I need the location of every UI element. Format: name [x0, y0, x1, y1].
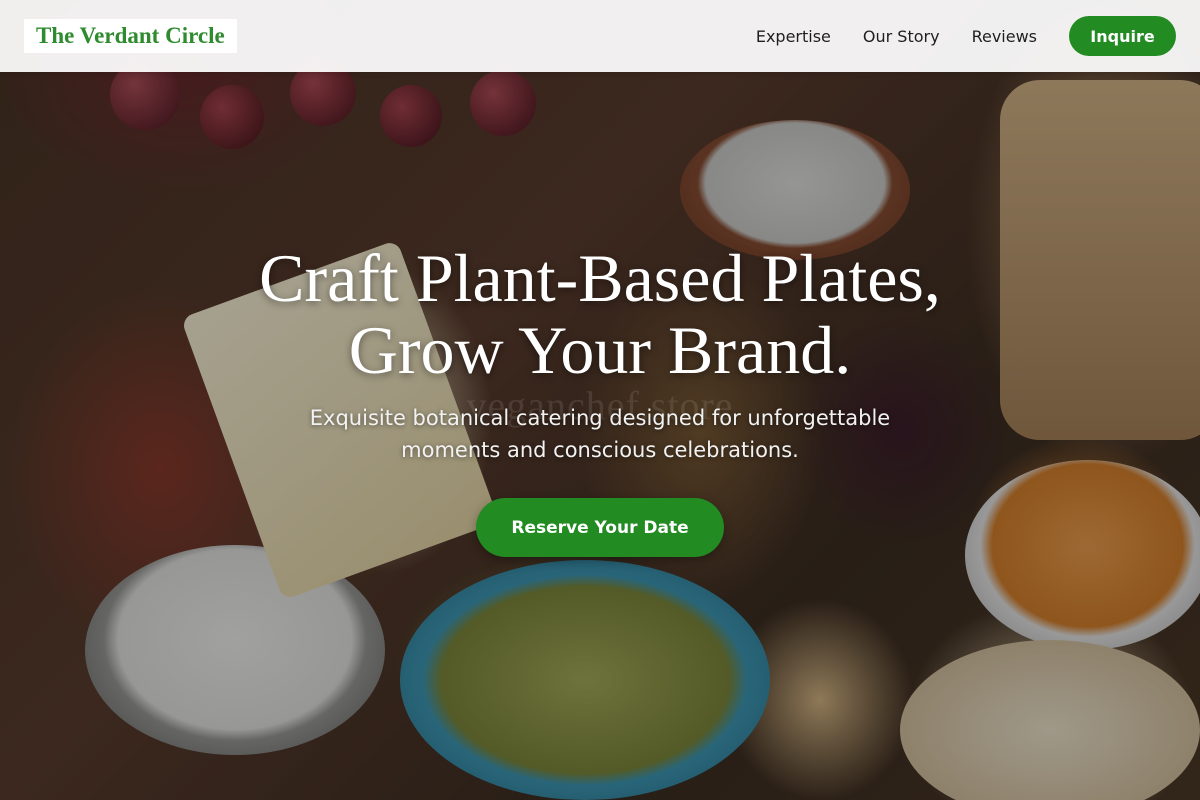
hero-headline-line-1: Craft Plant-Based Plates, — [259, 240, 941, 316]
reserve-date-button[interactable]: Reserve Your Date — [476, 498, 724, 557]
hero-subheadline-line-2: moments and conscious celebrations. — [401, 438, 799, 462]
hero-headline-line-2: Grow Your Brand. — [348, 312, 852, 388]
hero-subheadline-line-1: Exquisite botanical catering designed fo… — [309, 406, 891, 430]
site-header: The Verdant Circle Expertise Our Story R… — [0, 0, 1200, 72]
hero-subheadline: Exquisite botanical catering designed fo… — [200, 402, 1000, 466]
nav-link-reviews[interactable]: Reviews — [972, 27, 1037, 46]
hero-headline: Craft Plant-Based Plates, Grow Your Bran… — [100, 242, 1100, 386]
inquire-button[interactable]: Inquire — [1069, 16, 1176, 56]
main-nav: Expertise Our Story Reviews Inquire — [756, 16, 1176, 56]
hero-content: veganchef.store Craft Plant-Based Plates… — [0, 0, 1200, 800]
nav-link-expertise[interactable]: Expertise — [756, 27, 831, 46]
nav-link-our-story[interactable]: Our Story — [863, 27, 940, 46]
brand-logo[interactable]: The Verdant Circle — [24, 19, 237, 53]
